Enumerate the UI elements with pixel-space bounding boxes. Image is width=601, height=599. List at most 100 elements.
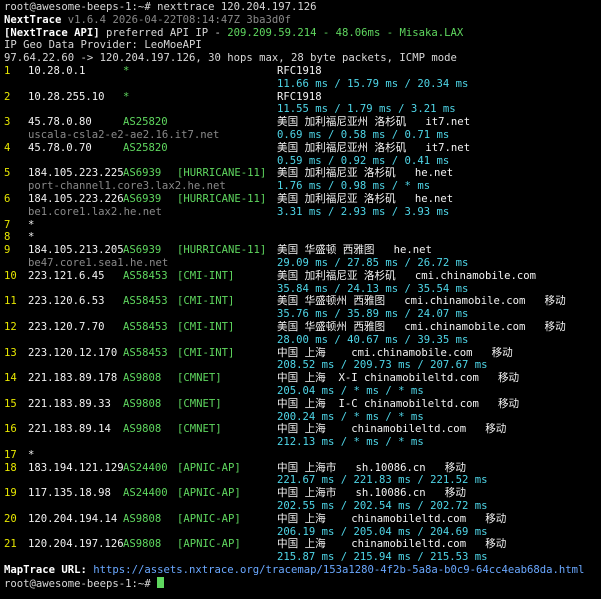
hop-number: 16 (4, 423, 17, 436)
hop-asn: AS25820 (123, 141, 168, 154)
hop-ip: 117.135.18.98 (28, 487, 111, 500)
hop-number: 9 (4, 244, 11, 257)
hop-ip: 10.28.0.1 (28, 64, 86, 77)
hop-ip: 183.194.121.129 (28, 461, 124, 474)
trace-info-line: 97.64.22.60 -> 120.204.197.126, 30 hops … (4, 52, 457, 65)
hop-asn: AS6939 (123, 192, 162, 205)
hop-geo: RFC1918 (277, 90, 322, 103)
hop-detail-row: 0.59 ms / 0.92 ms / 0.41 ms (4, 155, 601, 168)
hop-row: 14 221.183.89.178 AS9808 [CMNET] 中国 上海 X-I c… (4, 372, 601, 385)
api-sep2: - (380, 26, 400, 39)
hop-row: 13 223.120.12.170 AS58453 [CMI-INT] 中国 上海 cm… (4, 347, 601, 360)
hop-number: 2 (4, 90, 11, 103)
hop-timeout: * (28, 218, 35, 231)
hop-latency: 11.66 ms / 15.79 ms / 20.34 ms (277, 77, 469, 90)
hop-tag: [CMI-INT] (177, 295, 235, 308)
api-latency: 48.06ms (335, 26, 381, 39)
hop-tag: [HURRICANE-11] (177, 192, 267, 205)
hop-geo: 美国 加利福尼亚 洛杉矶 he.net (277, 167, 454, 180)
hop-ip: 10.28.255.10 (28, 90, 105, 103)
hop-geo: 中国 上海 chinamobileltd.com 移动 (277, 538, 507, 551)
hop-tag: [APNIC-AP] (177, 512, 241, 525)
hop-detail-row: 28.00 ms / 40.67 ms / 39.35 ms (4, 334, 601, 347)
hop-tag: [CMNET] (177, 397, 222, 410)
hop-latency: 11.55 ms / 1.79 ms / 3.21 ms (277, 103, 456, 116)
hop-latency: 206.19 ms / 205.04 ms / 204.69 ms (277, 525, 488, 538)
hop-row: 18 183.194.121.129AS24400 [APNIC-AP] 中国 上海市… (4, 462, 601, 475)
hop-number: 12 (4, 320, 17, 333)
hop-asn: AS9808 (123, 397, 162, 410)
hop-tag: [CMI-INT] (177, 269, 235, 282)
hop-row: 8 * (4, 231, 601, 244)
hop-number: 21 (4, 538, 17, 551)
hop-row: 7 * (4, 219, 601, 232)
hop-ip: 221.183.89.14 (28, 423, 111, 436)
hop-geo: 中国 上海 chinamobileltd.com 移动 (277, 512, 507, 525)
maptrace-line: MapTrace URL: https://assets.nxtrace.org… (4, 564, 601, 577)
hop-number: 6 (4, 192, 11, 205)
hop-detail-row: be47.core1.sea1.he.net 29.09 ms / 27.85 m… (4, 257, 601, 270)
hop-geo: 中国 上海 I-C chinamobileltd.com 移动 (277, 397, 520, 410)
hop-latency: 212.13 ms / * ms / * ms (277, 436, 424, 449)
hop-latency: 215.87 ms / 215.94 ms / 215.53 ms (277, 551, 488, 564)
hop-geo: RFC1918 (277, 64, 322, 77)
hop-tag: [CMI-INT] (177, 320, 235, 333)
hop-asn: * (123, 90, 130, 103)
hop-detail-row: 35.84 ms / 24.13 ms / 35.54 ms (4, 283, 601, 296)
hop-row: 11 223.120.6.53 AS58453 [CMI-INT] 美国 华盛顿州 西雅… (4, 295, 601, 308)
geo-provider-line: IP Geo Data Provider: LeoMoeAPI (4, 39, 202, 52)
hop-detail-row: 200.24 ms / * ms / * ms (4, 411, 601, 424)
hop-hostname: be47.core1.sea1.he.net (28, 256, 169, 269)
hop-row: 15 221.183.89.33 AS9808 [CMNET] 中国 上海 I-C ch… (4, 398, 601, 411)
hop-asn: AS24400 (123, 461, 168, 474)
hop-latency: 221.67 ms / 221.83 ms / 221.52 ms (277, 474, 488, 487)
hop-detail-row: 206.19 ms / 205.04 ms / 204.69 ms (4, 526, 601, 539)
hop-asn: * (123, 64, 130, 77)
hop-asn: AS9808 (123, 423, 162, 436)
hop-geo: 中国 上海 chinamobileltd.com 移动 (277, 423, 507, 436)
hop-detail-row: port-channel1.core3.lax2.he.net 1.76 ms /… (4, 180, 601, 193)
hop-geo: 美国 华盛顿州 西雅图 cmi.chinamobile.com 移动 (277, 295, 566, 308)
hop-geo: 美国 加利福尼亚 洛杉矶 he.net (277, 192, 454, 205)
hop-number: 19 (4, 487, 17, 500)
hop-number: 14 (4, 372, 17, 385)
hop-number: 4 (4, 141, 11, 154)
hop-latency: 0.69 ms / 0.58 ms / 0.71 ms (277, 128, 450, 141)
prompt-line[interactable]: root@awesome-beeps-1:~# (4, 576, 601, 590)
hop-asn: AS6939 (123, 167, 162, 180)
hop-ip: 184.105.223.226 (28, 192, 124, 205)
hop-geo: 美国 加利福尼亚州 洛杉矶 it7.net (277, 141, 471, 154)
api-node: Misaka.LAX (399, 26, 464, 39)
hop-latency: 1.76 ms / 0.98 ms / * ms (277, 180, 431, 193)
hop-ip: 120.204.194.14 (28, 512, 118, 525)
hop-detail-row: 35.76 ms / 35.89 ms / 24.07 ms (4, 308, 601, 321)
terminal-window[interactable]: root@awesome-beeps-1:~# nexttrace 120.20… (0, 0, 601, 599)
hop-tag: [CMI-INT] (177, 346, 235, 359)
hop-detail-row: 215.87 ms / 215.94 ms / 215.53 ms (4, 551, 601, 564)
hop-geo: 中国 上海市 sh.10086.cn 移动 (277, 461, 466, 474)
api-ip: 209.209.59.214 (227, 26, 317, 39)
api-prefix: [NextTrace API] (4, 26, 100, 39)
hop-detail-row: uscala-csla2-e2-ae2.16.it7.net 0.69 ms / … (4, 129, 601, 142)
hop-asn: AS58453 (123, 295, 168, 308)
maptrace-url[interactable]: https://assets.nxtrace.org/tracemap/153a… (93, 564, 584, 576)
hop-geo: 美国 华盛顿 西雅图 he.net (277, 244, 432, 257)
hop-detail-row: be1.core1.lax2.he.net 3.31 ms / 2.93 ms /… (4, 206, 601, 219)
hop-geo: 中国 上海市 sh.10086.cn 移动 (277, 487, 466, 500)
hop-ip: 223.121.6.45 (28, 269, 105, 282)
hop-detail-row: 202.55 ms / 202.54 ms / 202.72 ms (4, 500, 601, 513)
hop-number: 15 (4, 397, 17, 410)
command-line: root@awesome-beeps-1:~# nexttrace 120.20… (4, 1, 601, 14)
hop-detail-row: 11.66 ms / 15.79 ms / 20.34 ms (4, 78, 601, 91)
app-version-line: NextTrace v1.6.4 2026-04-22T08:14:47Z 3b… (4, 14, 601, 27)
hop-number: 13 (4, 346, 17, 359)
shell-prompt-final: root@awesome-beeps-1:~# (4, 577, 158, 590)
hop-ip: 223.120.6.53 (28, 295, 105, 308)
api-line: [NextTrace API] preferred API IP - 209.2… (4, 27, 601, 40)
hop-number: 20 (4, 512, 17, 525)
hop-tag: [APNIC-AP] (177, 461, 241, 474)
hop-tag: [HURRICANE-11] (177, 167, 267, 180)
hop-asn: AS9808 (123, 538, 162, 551)
hop-hostname: be1.core1.lax2.he.net (28, 205, 162, 218)
hop-row: 2 10.28.255.10 * RFC1918 (4, 91, 601, 104)
